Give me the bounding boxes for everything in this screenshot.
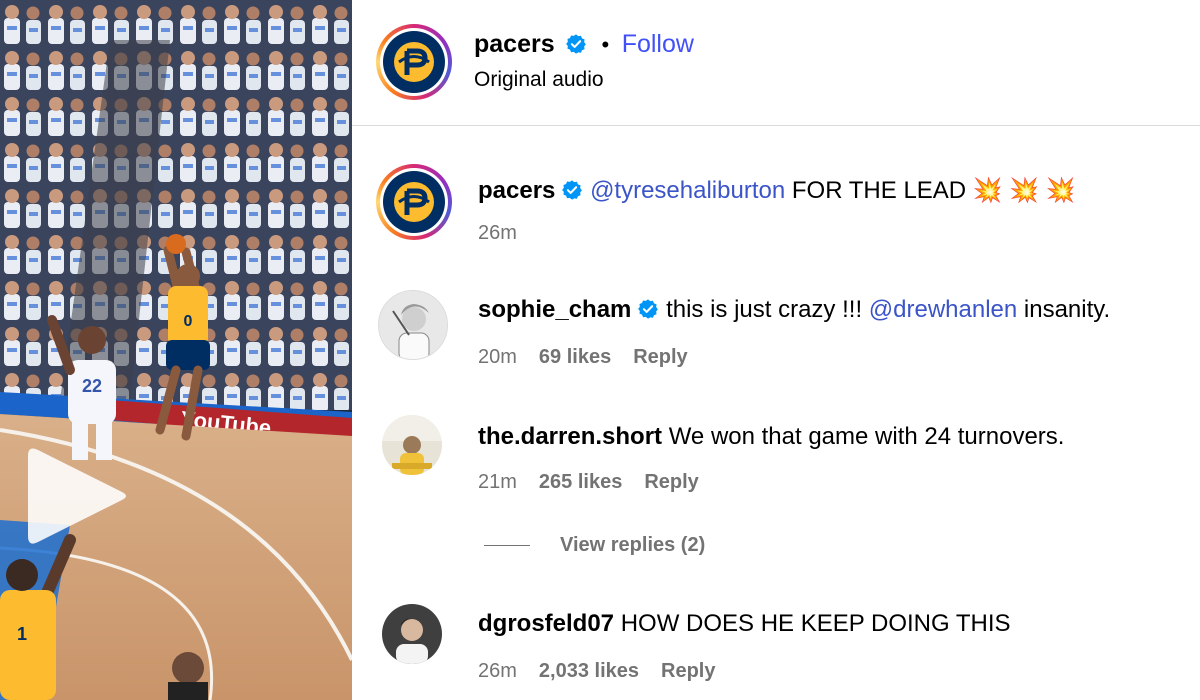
post-sidebar: pacers • Follow Original audio pacers @t… xyxy=(352,0,1200,700)
caption-username[interactable]: pacers xyxy=(478,177,555,204)
replies-divider xyxy=(484,545,530,547)
comment-body: this is just crazy !!! xyxy=(666,296,863,323)
comment-body: We won that game with 24 turnovers. xyxy=(668,423,1065,450)
caption-emoji: 💥 💥 💥 xyxy=(972,177,1076,204)
comment-meta: 20m 69 likes Reply xyxy=(478,346,688,369)
comment-mention-link[interactable]: @drewhanlen xyxy=(869,296,1017,323)
comment-body-end: insanity. xyxy=(1023,296,1111,323)
comment-item: the.darren.short We won that game with 2… xyxy=(352,391,1200,516)
caption-timestamp[interactable]: 26m xyxy=(478,222,517,244)
comment-username[interactable]: dgrosfeld07 xyxy=(478,610,614,637)
reply-button[interactable]: Reply xyxy=(661,660,715,682)
comment-likes[interactable]: 265 likes xyxy=(539,471,622,493)
verified-badge-icon xyxy=(566,34,586,54)
header-title-row: pacers • Follow xyxy=(474,30,694,59)
svg-text:0: 0 xyxy=(184,313,193,330)
comment-timestamp[interactable]: 26m xyxy=(478,660,517,682)
account-avatar[interactable] xyxy=(376,24,452,100)
caption-avatar[interactable] xyxy=(376,164,452,240)
audio-label[interactable]: Original audio xyxy=(474,68,604,92)
commenter-avatar[interactable] xyxy=(382,604,442,664)
post-caption: pacers @tyresehaliburton FOR THE LEAD 💥 … xyxy=(352,126,1200,266)
commenter-avatar[interactable] xyxy=(378,290,448,360)
pacers-logo-icon xyxy=(383,31,445,93)
comment-text: the.darren.short We won that game with 2… xyxy=(478,423,1064,451)
comment-text: sophie_cham this is just crazy !!! @drew… xyxy=(478,296,1110,324)
video-player[interactable]: YouTube 22 0 1 xyxy=(0,0,352,700)
reply-button[interactable]: Reply xyxy=(633,346,687,368)
comment-likes[interactable]: 69 likes xyxy=(539,346,611,368)
comment-timestamp[interactable]: 21m xyxy=(478,471,517,493)
comment-timestamp[interactable]: 20m xyxy=(478,346,517,368)
comment-meta: 21m 265 likes Reply xyxy=(478,471,699,494)
comment-item: dgrosfeld07 HOW DOES HE KEEP DOING THIS … xyxy=(352,580,1200,700)
commenter-avatar[interactable] xyxy=(382,415,442,475)
verified-badge-icon xyxy=(638,299,659,319)
play-button[interactable] xyxy=(14,436,134,556)
verified-badge-icon xyxy=(562,180,583,200)
play-icon xyxy=(28,448,126,544)
comment-text: dgrosfeld07 HOW DOES HE KEEP DOING THIS xyxy=(478,610,1011,638)
comment-item: sophie_cham this is just crazy !!! @drew… xyxy=(352,266,1200,391)
separator-dot: • xyxy=(601,32,610,57)
caption-mention-link[interactable]: @tyresehaliburton xyxy=(590,177,785,204)
comment-meta: 26m 2,033 likes Reply xyxy=(478,660,715,683)
caption-text: pacers @tyresehaliburton FOR THE LEAD 💥 … xyxy=(478,176,1076,205)
follow-button[interactable]: Follow xyxy=(622,30,694,58)
caption-body: FOR THE LEAD xyxy=(791,177,967,204)
comment-username[interactable]: sophie_cham xyxy=(478,296,631,323)
video-frame: YouTube 22 0 1 xyxy=(0,0,352,700)
reply-button[interactable]: Reply xyxy=(644,471,698,493)
account-username[interactable]: pacers xyxy=(474,30,555,58)
view-replies-label: View replies (2) xyxy=(560,534,706,556)
comment-body: HOW DOES HE KEEP DOING THIS xyxy=(620,610,1011,637)
comment-likes[interactable]: 2,033 likes xyxy=(539,660,639,682)
view-replies-button[interactable]: View replies (2) xyxy=(484,534,705,557)
caption-meta: 26m xyxy=(478,222,517,245)
comment-username[interactable]: the.darren.short xyxy=(478,423,662,450)
svg-text:22: 22 xyxy=(82,376,102,396)
post-header: pacers • Follow Original audio xyxy=(352,0,1200,126)
svg-text:1: 1 xyxy=(17,624,27,644)
pacers-logo-icon xyxy=(383,171,445,233)
